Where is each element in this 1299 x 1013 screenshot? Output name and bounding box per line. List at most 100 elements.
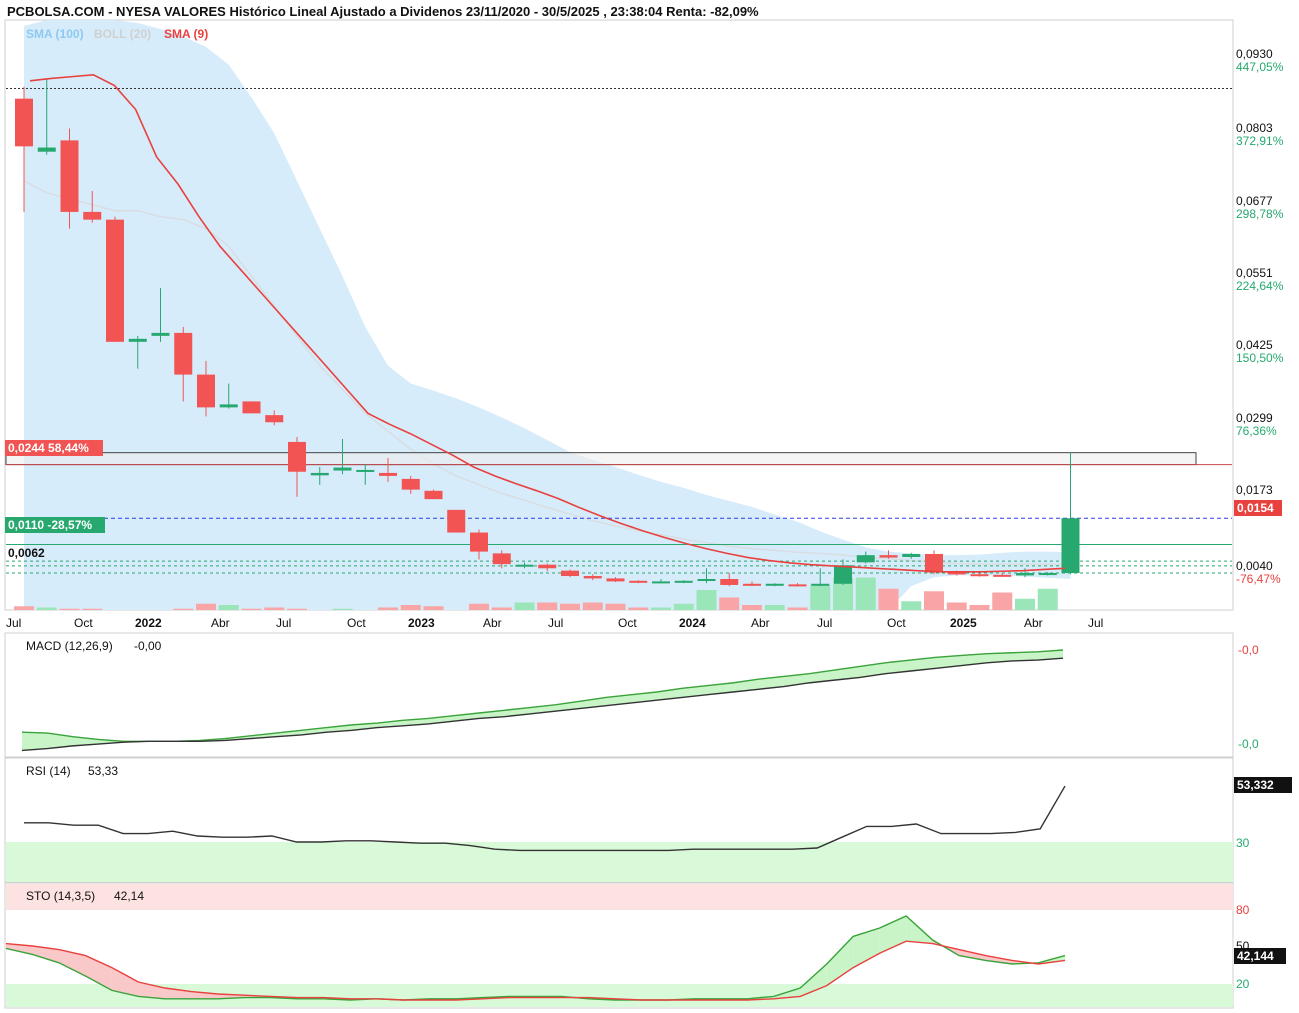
y-tick-pct-2: 298,78% — [1236, 207, 1284, 221]
candle-body — [1016, 573, 1034, 576]
x-label-3: Abr — [211, 616, 230, 630]
candle-body — [492, 553, 511, 565]
volume-bar — [605, 603, 626, 610]
rsi-tick-30: 30 — [1236, 836, 1250, 850]
volume-bar — [628, 607, 649, 610]
volume-bar — [82, 608, 103, 610]
x-label-11: Abr — [751, 616, 770, 630]
candle-body — [197, 374, 215, 408]
x-label-8: Jul — [548, 616, 563, 630]
candle-body — [333, 467, 352, 471]
candle-body — [583, 576, 602, 579]
candle-body — [379, 472, 397, 476]
candle-body — [652, 581, 670, 584]
candle-body — [265, 415, 284, 423]
candle-body — [242, 401, 261, 414]
candle — [424, 489, 443, 500]
x-label-16: Jul — [1088, 616, 1103, 630]
candle-body — [856, 555, 875, 563]
x-label-5: Oct — [347, 616, 366, 630]
macd-tick-bottom: -0,0 — [1238, 737, 1259, 751]
y-tick-price-4: 0,0425 — [1236, 338, 1273, 352]
y-tick-price-6: 0,0173 — [1236, 483, 1273, 497]
candle-body — [37, 147, 56, 152]
candle-body — [925, 553, 943, 573]
candle — [242, 401, 261, 414]
rsi-title: RSI (14) — [26, 764, 71, 778]
volume-bar — [36, 607, 57, 610]
volume-bar — [810, 585, 831, 610]
volume-bar — [241, 608, 262, 610]
candle-body — [515, 564, 534, 567]
volume-bar — [537, 602, 558, 610]
candle-body — [879, 555, 898, 558]
volume-bar — [173, 608, 194, 610]
candle-body — [606, 578, 625, 582]
y-tick-pct-1: 372,91% — [1236, 134, 1284, 148]
volume-bar — [582, 602, 603, 610]
volume-bar — [651, 607, 671, 610]
legend-boll[interactable]: BOLL (20) — [94, 27, 151, 41]
volume-bar — [378, 607, 398, 610]
marker-0110-label: 0,0110 -28,57% — [8, 518, 92, 532]
candle-body — [674, 580, 693, 583]
x-label-10: 2024 — [679, 616, 706, 630]
candle-body — [947, 572, 966, 575]
sto-overbought-zone — [6, 884, 1233, 910]
last-price-label: 0,0154 — [1237, 501, 1274, 515]
candle-body — [1061, 518, 1080, 574]
volume-bar — [400, 605, 421, 610]
x-label-1: Oct — [74, 616, 93, 630]
legend-sma9[interactable]: SMA (9) — [164, 27, 208, 41]
volume-bar — [696, 590, 717, 610]
x-label-14: 2025 — [950, 616, 977, 630]
candle-body — [60, 140, 79, 212]
candle-body — [106, 219, 124, 342]
candle-body — [765, 583, 784, 586]
rsi-last-value: 53,332 — [1237, 778, 1274, 792]
y-tick-price-1: 0,0803 — [1236, 121, 1273, 135]
marker-0062-label: 0,0062 — [8, 546, 45, 560]
candle-body — [1038, 573, 1057, 576]
x-label-4: Jul — [276, 616, 291, 630]
x-label-9: Oct — [618, 616, 637, 630]
chart-title: PCBOLSA.COM - NYESA VALORES Histórico Li… — [7, 4, 759, 19]
volume-bar — [1015, 598, 1035, 610]
sto-last-value: 42,144 — [1237, 949, 1274, 963]
candle-body — [629, 580, 648, 583]
macd-title: MACD (12,26,9) — [26, 639, 113, 653]
x-label-7: Abr — [483, 616, 502, 630]
candle-body — [128, 338, 147, 342]
volume-bar — [969, 605, 990, 610]
volume-bar — [14, 606, 34, 610]
candle-body — [538, 564, 557, 569]
candle-body — [310, 472, 329, 476]
x-label-12: Jul — [817, 616, 832, 630]
candle-body — [970, 574, 989, 577]
volume-bar — [878, 588, 899, 610]
sto-title: STO (14,3,5) — [26, 889, 95, 903]
candle-body — [993, 574, 1012, 577]
volume-bar — [673, 603, 694, 610]
candle — [447, 509, 466, 533]
x-label-15: Abr — [1024, 616, 1043, 630]
volume-bar — [742, 605, 762, 610]
volume-bar — [764, 605, 785, 610]
candle-body — [811, 583, 830, 586]
x-label-0: Jul — [6, 616, 21, 630]
candle-body — [424, 490, 443, 500]
candle-body — [561, 570, 579, 577]
volume-bar — [1037, 588, 1058, 610]
candle-body — [401, 478, 420, 490]
candle-body — [447, 509, 466, 533]
volume-bar — [514, 602, 535, 610]
marker-0244-label: 0,0244 58,44% — [8, 441, 89, 455]
y-tick-pct-5: 76,36% — [1236, 424, 1277, 438]
candle-body — [151, 332, 170, 336]
rsi-value: 53,33 — [88, 764, 118, 778]
candle-body — [15, 98, 33, 147]
legend-sma100[interactable]: SMA (100) — [26, 27, 84, 41]
volume-bar — [787, 607, 808, 610]
candle-body — [219, 404, 238, 408]
volume-bar — [287, 608, 307, 610]
